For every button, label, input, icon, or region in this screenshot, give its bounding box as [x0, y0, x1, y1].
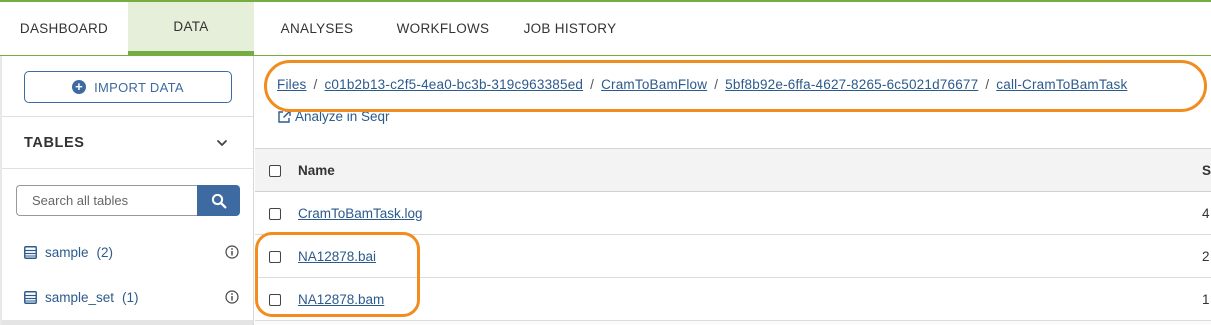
table-count: (2) [96, 244, 114, 260]
table-header: Name S [255, 149, 1211, 192]
table-icon [24, 290, 37, 304]
breadcrumb: Files / c01b2b13-c2f5-4ea0-bc3b-319c963385… [277, 77, 1127, 92]
search-button[interactable] [197, 185, 240, 216]
file-name-link[interactable]: CramToBamTask.log [298, 206, 423, 221]
select-all-checkbox[interactable] [269, 165, 281, 177]
breadcrumb-submission[interactable]: c01b2b13-c2f5-4ea0-bc3b-319c963385ed [324, 77, 583, 92]
search-tables-input[interactable] [16, 185, 197, 216]
search-icon [211, 193, 226, 208]
plus-circle-icon: + [72, 80, 87, 94]
table-row: NA12878.bam 1 [255, 278, 1211, 321]
table-icon [24, 245, 37, 259]
row-checkbox[interactable] [269, 251, 281, 263]
file-name-link[interactable]: NA12878.bam [298, 292, 384, 307]
breadcrumb-separator: / [985, 77, 990, 92]
tab-data[interactable]: DATA [128, 2, 254, 55]
column-header-name[interactable]: Name [298, 163, 335, 178]
info-icon[interactable] [225, 290, 239, 304]
table-count: (1) [122, 289, 139, 305]
column-header-size[interactable]: S [1202, 163, 1211, 178]
tab-analyses[interactable]: ANALYSES [270, 2, 364, 55]
analyze-label: Analyze in Seqr [295, 109, 390, 124]
table-row: CramToBamTask.log 4 [255, 192, 1211, 235]
file-size: 2 [1202, 249, 1210, 264]
breadcrumb-separator: / [714, 77, 719, 92]
table-item-sample[interactable]: sample (2) [24, 242, 239, 262]
tab-job-history[interactable]: JOB HISTORY [514, 2, 626, 55]
sidebar-footer-strip [2, 320, 253, 325]
tables-heading: TABLES [24, 135, 85, 151]
row-checkbox[interactable] [269, 208, 281, 220]
table-name: sample [45, 244, 89, 260]
file-name-link[interactable]: NA12878.bai [298, 249, 376, 264]
main-content: Files / c01b2b13-c2f5-4ea0-bc3b-319c963385… [255, 56, 1211, 325]
chevron-down-icon[interactable] [213, 134, 231, 152]
breadcrumb-workflow-id[interactable]: 5bf8b92e-6ffa-4627-8265-6c5021d76677 [725, 77, 978, 92]
tab-dashboard[interactable]: DASHBOARD [0, 2, 128, 55]
tab-workflows[interactable]: WORKFLOWS [386, 2, 500, 55]
file-size: 4 [1202, 206, 1210, 221]
table-name: sample_set [45, 289, 115, 305]
file-size: 1 [1202, 292, 1210, 307]
info-icon[interactable] [225, 245, 239, 259]
breadcrumb-files[interactable]: Files [277, 77, 307, 92]
divider [2, 168, 253, 169]
external-link-icon [278, 110, 291, 123]
table-row: NA12878.bai 2 [255, 235, 1211, 278]
analyze-in-seqr-link[interactable]: Analyze in Seqr [277, 109, 390, 124]
import-data-button[interactable]: + IMPORT DATA [24, 71, 232, 103]
file-table: Name S CramToBamTask.log 4 NA12878.bai 2… [255, 148, 1211, 325]
breadcrumb-separator: / [590, 77, 595, 92]
table-item-sample-set[interactable]: sample_set (1) [24, 287, 239, 307]
import-data-label: IMPORT DATA [94, 79, 184, 95]
breadcrumb-task[interactable]: call-CramToBamTask [996, 77, 1127, 92]
divider [2, 116, 253, 117]
breadcrumb-separator: / [313, 77, 318, 92]
sidebar: + IMPORT DATA TABLES sample (2) [0, 56, 254, 325]
app-root: DASHBOARD DATA ANALYSES WORKFLOWS JOB HI… [0, 0, 1211, 325]
top-nav: DASHBOARD DATA ANALYSES WORKFLOWS JOB HI… [0, 0, 1211, 56]
breadcrumb-workflow[interactable]: CramToBamFlow [601, 77, 707, 92]
sidebar-edge [0, 56, 2, 325]
row-checkbox[interactable] [269, 294, 281, 306]
